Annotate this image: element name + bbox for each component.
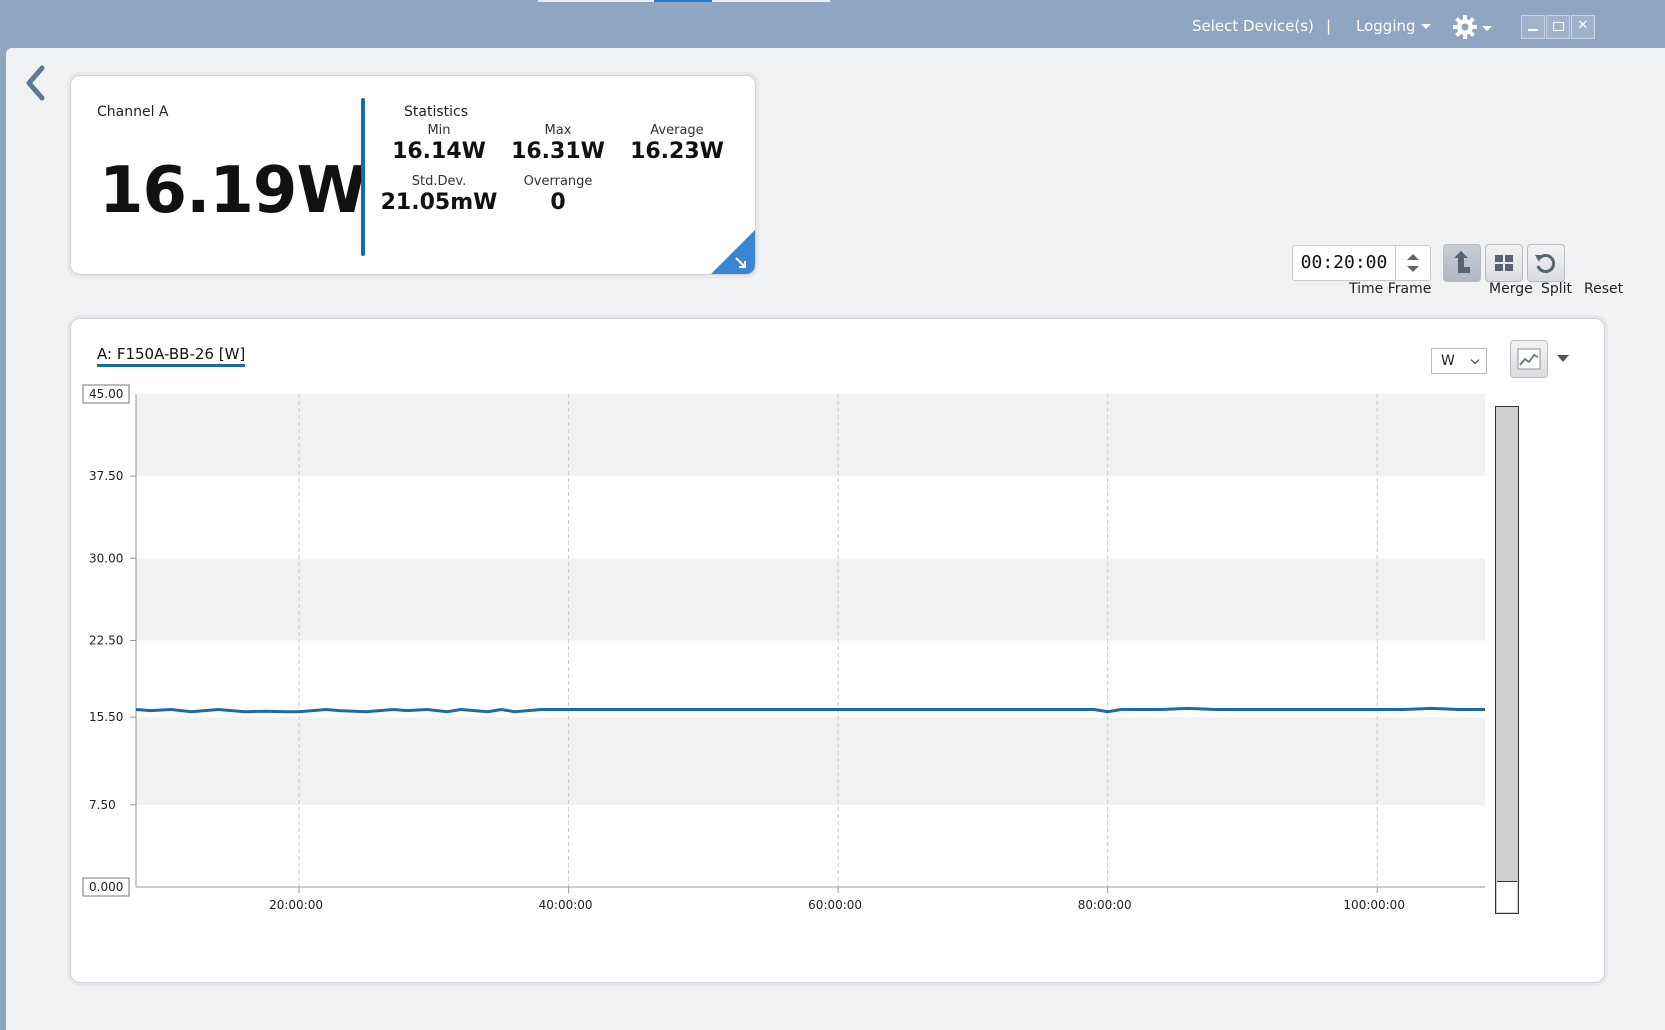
statistics-title: Statistics bbox=[404, 104, 468, 120]
plot-band bbox=[136, 717, 1485, 805]
reset-button[interactable] bbox=[1527, 244, 1565, 282]
stat-max: Max 16.31W bbox=[498, 123, 618, 164]
x-tick-label: 60:00:00 bbox=[808, 898, 862, 912]
time-frame-label: Time Frame bbox=[1349, 281, 1432, 297]
up-down-arrows-icon bbox=[1407, 254, 1419, 272]
x-tick-label: 80:00:00 bbox=[1078, 898, 1132, 912]
channel-label: Channel A bbox=[97, 104, 169, 120]
card-divider bbox=[361, 98, 365, 256]
plot-band bbox=[136, 476, 1485, 559]
chevron-left-icon bbox=[26, 65, 45, 101]
chevron-down-icon bbox=[1482, 26, 1492, 31]
reset-label: Reset bbox=[1584, 281, 1624, 297]
channel-reading: 16.19W bbox=[99, 154, 367, 228]
y-limit-label: 45.00 bbox=[89, 387, 123, 401]
merge-icon bbox=[1454, 251, 1470, 273]
stat-value: 16.31W bbox=[511, 139, 605, 164]
settings-menu[interactable] bbox=[1452, 14, 1494, 40]
y-tick-label: 37.50 bbox=[89, 469, 123, 483]
logging-label: Logging bbox=[1356, 17, 1416, 35]
close-button[interactable]: ✕ bbox=[1571, 15, 1595, 39]
time-frame-stepper[interactable] bbox=[1395, 245, 1431, 281]
plot-band bbox=[136, 804, 1485, 887]
scrollbar-thumb[interactable] bbox=[1497, 881, 1517, 912]
line-chart: 0.000 7.50 15.50 22.50 30.00 37.50 45.00 20:00:… bbox=[82, 384, 1485, 912]
stat-value: 16.23W bbox=[630, 139, 724, 164]
minimize-button[interactable] bbox=[1521, 15, 1545, 39]
stat-label: Min bbox=[427, 123, 451, 138]
stat-value: 0 bbox=[550, 190, 566, 215]
stat-value: 21.05mW bbox=[380, 190, 498, 215]
channel-card: Channel A 16.19W Statistics Min 16.14W M… bbox=[70, 75, 756, 275]
plot-band bbox=[136, 394, 1485, 477]
title-bar: Select Device(s) | Logging ✕ bbox=[0, 0, 1665, 48]
stat-label: Max bbox=[544, 123, 572, 138]
chevron-down-icon bbox=[1420, 24, 1431, 29]
reset-icon bbox=[1535, 254, 1556, 273]
split-button[interactable] bbox=[1485, 244, 1523, 282]
merge-label: Merge bbox=[1489, 281, 1533, 297]
stat-label: Overrange bbox=[523, 174, 593, 189]
x-tick-label: 40:00:00 bbox=[539, 898, 593, 912]
tab-indicator-active bbox=[654, 0, 712, 2]
merge-button[interactable] bbox=[1443, 244, 1481, 282]
menu-separator: | bbox=[1326, 17, 1332, 35]
back-button[interactable] bbox=[20, 62, 50, 104]
y-tick-label: 15.50 bbox=[89, 710, 123, 724]
stat-std-dev: Std.Dev. 21.05mW bbox=[379, 174, 499, 215]
split-label: Split bbox=[1541, 281, 1573, 297]
y-tick-label: 22.50 bbox=[89, 634, 123, 648]
x-tick-label: 20:00:00 bbox=[269, 898, 323, 912]
x-tick-label: 100:00:00 bbox=[1343, 898, 1405, 912]
close-icon: ✕ bbox=[1577, 18, 1589, 33]
chart-panel: A: F150A-BB-26 [W] W 0.000 7.50 15.50 22.50… bbox=[70, 318, 1605, 983]
stat-min: Min 16.14W bbox=[379, 123, 499, 164]
plot-band bbox=[136, 558, 1485, 641]
expand-arrow-icon bbox=[711, 230, 755, 274]
stat-overrange: Overrange 0 bbox=[498, 174, 618, 215]
tab-indicator bbox=[712, 0, 830, 2]
restore-icon bbox=[1552, 22, 1564, 31]
logging-menu[interactable]: Logging bbox=[1356, 17, 1431, 35]
y-tick-label: 30.00 bbox=[89, 551, 123, 565]
stat-value: 16.14W bbox=[392, 139, 486, 164]
time-frame-input[interactable]: 00:20:00 bbox=[1292, 245, 1396, 281]
stat-average: Average 16.23W bbox=[617, 123, 737, 164]
grid-icon bbox=[1495, 255, 1513, 271]
y-limit-label: 0.000 bbox=[89, 880, 123, 894]
expand-corner-button[interactable] bbox=[711, 230, 755, 274]
gear-icon bbox=[1453, 15, 1477, 39]
vertical-scrollbar[interactable] bbox=[1495, 406, 1519, 914]
stat-label: Average bbox=[650, 123, 704, 138]
y-tick-label: 7.50 bbox=[89, 798, 116, 812]
restore-button[interactable] bbox=[1546, 15, 1570, 39]
stat-label: Std.Dev. bbox=[411, 174, 467, 189]
plot-band bbox=[136, 640, 1485, 718]
tab-indicator bbox=[538, 0, 654, 2]
main-area: Channel A 16.19W Statistics Min 16.14W M… bbox=[6, 48, 1665, 1030]
minimize-icon bbox=[1528, 29, 1538, 31]
select-devices-menu[interactable]: Select Device(s) bbox=[1192, 17, 1314, 35]
